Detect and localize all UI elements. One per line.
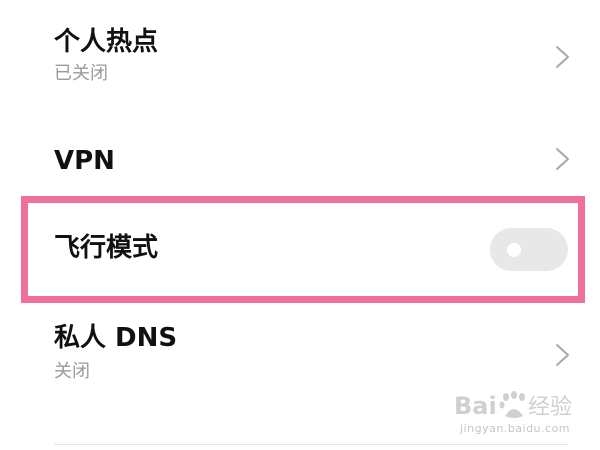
vpn-row[interactable]: VPN (0, 110, 600, 200)
private-dns-row[interactable]: 私人 DNS 关闭 (0, 300, 600, 420)
private-dns-title: 私人 DNS (54, 323, 178, 353)
personal-hotspot-status: 已关闭 (54, 63, 108, 84)
toggle-knob (507, 243, 521, 257)
divider (54, 444, 569, 445)
chevron-right-icon (556, 148, 569, 170)
chevron-right-icon (556, 46, 569, 68)
watermark-url: jingyan.baidu.com (460, 422, 571, 435)
airplane-mode-toggle[interactable] (490, 228, 568, 271)
chevron-right-icon (556, 344, 569, 366)
personal-hotspot-title: 个人热点 (54, 27, 159, 57)
settings-screen: 个人热点 已关闭 VPN 飞行模式 私人 DNS 关闭 Bai 经验 jingy… (0, 0, 600, 450)
airplane-mode-title: 飞行模式 (54, 233, 159, 263)
vpn-title: VPN (54, 146, 115, 176)
private-dns-status: 关闭 (54, 361, 90, 382)
personal-hotspot-row[interactable]: 个人热点 已关闭 (0, 0, 600, 110)
